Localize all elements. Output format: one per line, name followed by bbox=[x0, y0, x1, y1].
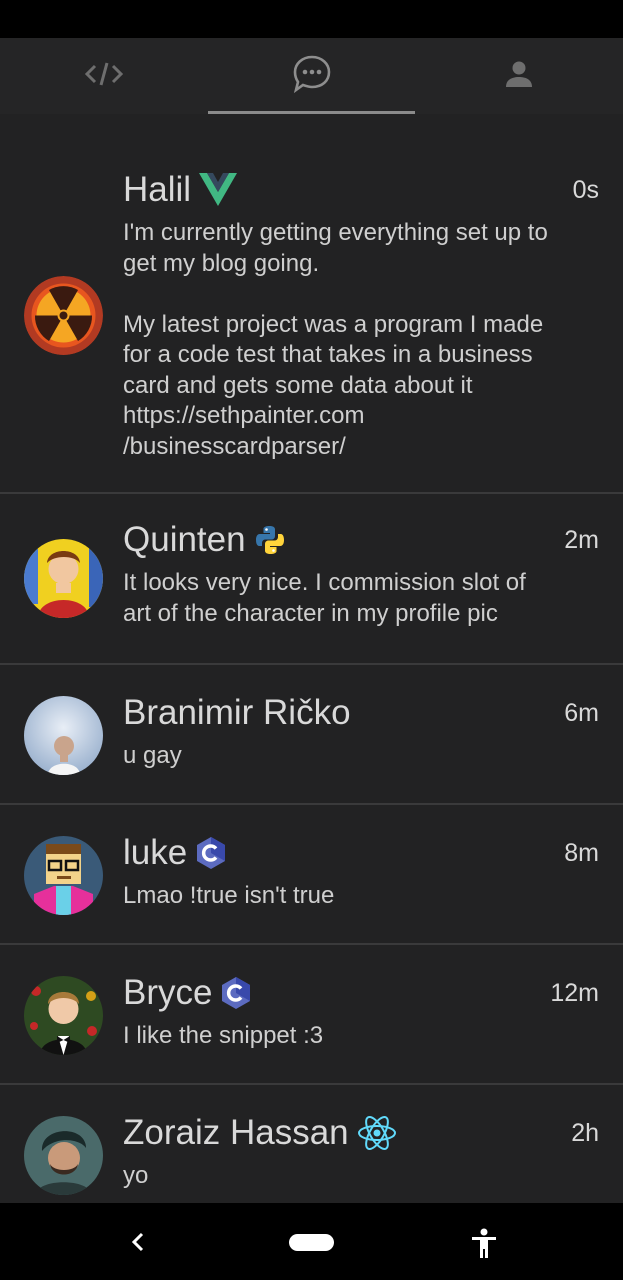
list-item[interactable]: luke 8m Lmao !true isn't true bbox=[0, 805, 623, 945]
message-text: I like the snippet :3 bbox=[123, 1022, 324, 1049]
list-item[interactable]: Branimir Ričko 6m u gay bbox=[0, 665, 623, 805]
avatar bbox=[24, 696, 103, 775]
back-icon[interactable] bbox=[128, 1229, 148, 1260]
react-icon bbox=[357, 1115, 397, 1151]
avatar bbox=[24, 539, 103, 618]
c-language-icon bbox=[220, 976, 252, 1010]
status-bar bbox=[0, 0, 623, 38]
list-item[interactable]: Bryce 12m I like the snippet :3 bbox=[0, 945, 623, 1085]
author-name[interactable]: Branimir Ričko bbox=[123, 693, 351, 733]
timestamp: 8m bbox=[564, 839, 599, 867]
message-text: It looks very nice. I commission slot of… bbox=[123, 569, 526, 627]
list-item[interactable]: Quinten 2m It looks very nice. I commiss… bbox=[0, 494, 623, 665]
avatar bbox=[24, 276, 103, 355]
list-item[interactable]: Halil 0s I'm currently getting everythin… bbox=[0, 114, 623, 494]
avatar bbox=[24, 1116, 103, 1195]
message-text: yo bbox=[123, 1162, 149, 1189]
message-feed[interactable]: Halil 0s I'm currently getting everythin… bbox=[0, 114, 623, 1203]
author-name[interactable]: Quinten bbox=[123, 520, 246, 560]
code-icon bbox=[84, 59, 124, 94]
timestamp: 0s bbox=[572, 176, 599, 204]
system-navigation-bar bbox=[0, 1203, 623, 1280]
avatar bbox=[24, 836, 103, 915]
timestamp: 6m bbox=[564, 699, 599, 727]
author-name[interactable]: Bryce bbox=[123, 973, 212, 1013]
chat-bubble-icon bbox=[292, 54, 332, 99]
vue-icon bbox=[199, 173, 238, 207]
list-item[interactable]: Zoraiz Hassan 2h yo bbox=[0, 1085, 623, 1203]
author-name[interactable]: Halil bbox=[123, 170, 191, 210]
tab-messages[interactable] bbox=[207, 38, 416, 114]
c-language-icon bbox=[195, 836, 227, 870]
message-text: Lmao !true isn't true bbox=[123, 882, 335, 909]
author-name[interactable]: luke bbox=[123, 833, 187, 873]
tab-profile[interactable] bbox=[415, 38, 623, 114]
tab-bar bbox=[0, 38, 623, 114]
message-text: I'm currently getting everything set up … bbox=[123, 219, 548, 460]
tab-code[interactable] bbox=[0, 38, 208, 114]
timestamp: 12m bbox=[550, 979, 599, 1007]
timestamp: 2h bbox=[571, 1119, 599, 1147]
accessibility-icon[interactable] bbox=[470, 1227, 498, 1264]
person-icon bbox=[504, 59, 534, 94]
avatar bbox=[24, 976, 103, 1055]
python-icon bbox=[254, 524, 286, 556]
home-button[interactable] bbox=[289, 1234, 334, 1251]
timestamp: 2m bbox=[564, 526, 599, 554]
message-text: u gay bbox=[123, 742, 182, 769]
author-name[interactable]: Zoraiz Hassan bbox=[123, 1113, 349, 1153]
